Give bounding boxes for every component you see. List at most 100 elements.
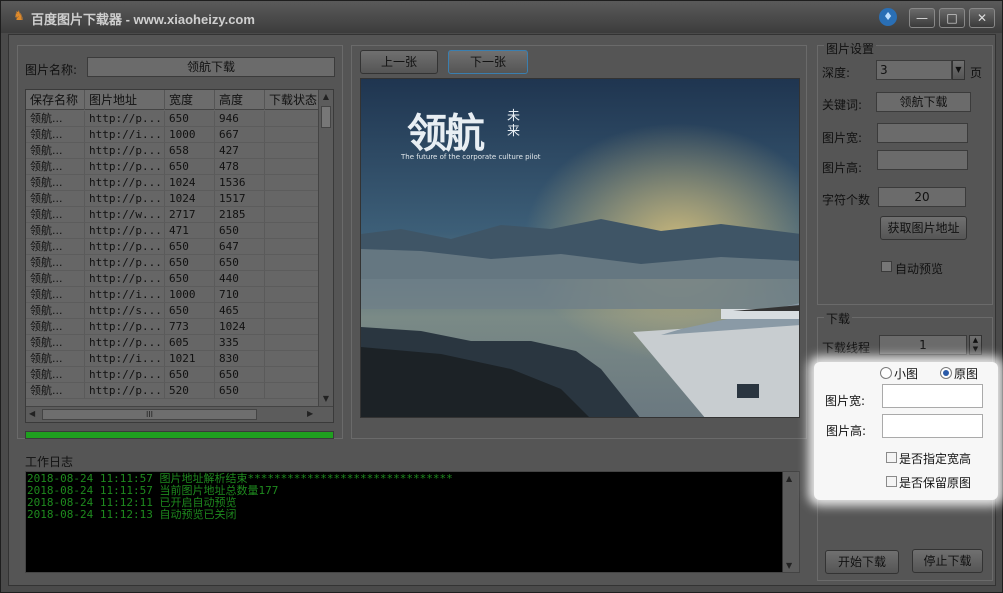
horizontal-scrollbar[interactable]: ◀ III ▶ xyxy=(26,406,333,422)
specify-size-checkbox[interactable] xyxy=(886,452,897,463)
scroll-up-icon[interactable]: ▲ xyxy=(320,92,332,102)
table-row[interactable]: 领航... http://p... 650 650 xyxy=(26,367,326,383)
column-header[interactable]: 保存名称 xyxy=(26,90,85,110)
table-cell: http://p... xyxy=(85,143,165,159)
table-cell: 650 xyxy=(165,111,215,127)
table-row[interactable]: 领航... http://p... 650 647 xyxy=(26,239,326,255)
depth-value[interactable]: 3 xyxy=(876,60,952,80)
download-height-label: 图片高: xyxy=(826,424,867,438)
table-cell: http://i... xyxy=(85,351,165,367)
table-cell: 领航... xyxy=(26,271,85,287)
app-window: ♞ 百度图片下载器 - www.xiaoheizy.com ♦ — □ ✕ 图片… xyxy=(0,0,1003,593)
table-row[interactable]: 领航... http://p... 605 335 xyxy=(26,335,326,351)
table-cell xyxy=(265,351,325,367)
table-cell: http://p... xyxy=(85,271,165,287)
vertical-scroll-thumb[interactable] xyxy=(321,106,331,128)
table-cell: 1024 xyxy=(165,191,215,207)
table-cell: 650 xyxy=(165,255,215,271)
minimize-button[interactable]: — xyxy=(909,8,935,28)
table-cell xyxy=(265,255,325,271)
table-row[interactable]: 领航... http://p... 658 427 xyxy=(26,143,326,159)
chars-input[interactable]: 20 xyxy=(878,187,966,207)
table-cell: 1000 xyxy=(165,127,215,143)
table-row[interactable]: 领航... http://i... 1000 710 xyxy=(26,287,326,303)
log-scroll-down-icon[interactable]: ▼ xyxy=(786,561,792,570)
name-input[interactable]: 领航下载 xyxy=(87,57,335,77)
table-cell: 领航... xyxy=(26,191,85,207)
column-header[interactable]: 高度 xyxy=(215,90,265,110)
table-cell: http://p... xyxy=(85,319,165,335)
table-cell: 650 xyxy=(165,367,215,383)
column-header[interactable]: 下载状态 xyxy=(265,90,325,110)
keep-original-checkbox[interactable] xyxy=(886,476,897,487)
original-image-radio[interactable] xyxy=(940,367,952,379)
download-width-input[interactable] xyxy=(882,384,983,408)
table-row[interactable]: 领航... http://i... 1000 667 xyxy=(26,127,326,143)
table-row[interactable]: 领航... http://s... 650 465 xyxy=(26,303,326,319)
maximize-button[interactable]: □ xyxy=(939,8,965,28)
small-image-radio[interactable] xyxy=(880,367,892,379)
table-row[interactable]: 领航... http://p... 650 478 xyxy=(26,159,326,175)
vertical-scrollbar[interactable]: ▲ ▼ xyxy=(318,90,333,406)
depth-unit: 页 xyxy=(970,66,983,80)
prev-button[interactable]: 上一张 xyxy=(360,50,438,74)
table-cell: 710 xyxy=(215,287,265,303)
table-cell: 领航... xyxy=(26,223,85,239)
table-cell: 领航... xyxy=(26,367,85,383)
scroll-right-icon[interactable]: ▶ xyxy=(307,409,313,418)
preview-tagline: The future of the corporate culture pilo… xyxy=(401,153,541,161)
table-row[interactable]: 领航... http://i... 1021 830 xyxy=(26,351,326,367)
table-cell: 领航... xyxy=(26,303,85,319)
fetch-urls-button[interactable]: 获取图片地址 xyxy=(880,216,967,240)
scroll-left-icon[interactable]: ◀ xyxy=(29,409,35,418)
column-header[interactable]: 宽度 xyxy=(165,90,215,110)
scroll-down-icon[interactable]: ▼ xyxy=(320,394,332,404)
stop-download-button[interactable]: 停止下载 xyxy=(912,549,983,573)
column-header[interactable]: 图片地址 xyxy=(85,90,165,110)
depth-dropdown-icon[interactable]: ▼ xyxy=(952,60,965,80)
settings-height-label: 图片高: xyxy=(822,161,863,175)
table-cell: 1024 xyxy=(215,319,265,335)
keyword-input[interactable]: 领航下载 xyxy=(876,92,971,112)
threads-stepper-icon[interactable]: ▲ ▼ xyxy=(969,335,982,355)
table-cell: http://p... xyxy=(85,239,165,255)
horizontal-scroll-thumb[interactable]: III xyxy=(42,409,257,420)
skin-icon[interactable]: ♦ xyxy=(879,8,897,26)
table-cell: http://p... xyxy=(85,223,165,239)
table-cell: 1021 xyxy=(165,351,215,367)
table-row[interactable]: 领航... http://p... 650 650 xyxy=(26,255,326,271)
table-cell xyxy=(265,383,325,399)
image-table[interactable]: 保存名称 图片地址 宽度 高度 下载状态 领航... http://p... 650… xyxy=(25,89,334,423)
close-button[interactable]: ✕ xyxy=(969,8,995,28)
table-cell: http://p... xyxy=(85,255,165,271)
table-row[interactable]: 领航... http://p... 650 440 xyxy=(26,271,326,287)
log-console[interactable]: 2018-08-24 11:11:57 图片地址解析结束************… xyxy=(25,471,800,573)
progress-fill xyxy=(26,432,333,438)
threads-label: 下载线程 xyxy=(822,341,871,355)
title-bar[interactable]: ♞ 百度图片下载器 - www.xiaoheizy.com ♦ — □ ✕ xyxy=(1,1,1002,33)
table-row[interactable]: 领航... http://p... 520 650 xyxy=(26,383,326,399)
table-cell: 领航... xyxy=(26,207,85,223)
download-height-input[interactable] xyxy=(882,414,983,438)
table-row[interactable]: 领航... http://w... 2717 2185 xyxy=(26,207,326,223)
table-row[interactable]: 领航... http://p... 773 1024 xyxy=(26,319,326,335)
table-cell: 1000 xyxy=(165,287,215,303)
log-scroll-up-icon[interactable]: ▲ xyxy=(786,474,792,483)
table-row[interactable]: 领航... http://p... 650 946 xyxy=(26,111,326,127)
table-cell: 478 xyxy=(215,159,265,175)
table-row[interactable]: 领航... http://p... 471 650 xyxy=(26,223,326,239)
next-button[interactable]: 下一张 xyxy=(448,50,528,74)
table-row[interactable]: 领航... http://p... 1024 1536 xyxy=(26,175,326,191)
auto-preview-label: 自动预览 xyxy=(895,262,944,276)
start-download-button[interactable]: 开始下载 xyxy=(825,550,899,574)
settings-height-input[interactable] xyxy=(877,150,968,170)
table-cell xyxy=(265,335,325,351)
window-title: 百度图片下载器 - www.xiaoheizy.com xyxy=(31,12,255,27)
table-cell: 领航... xyxy=(26,239,85,255)
table-row[interactable]: 领航... http://p... 1024 1517 xyxy=(26,191,326,207)
threads-input[interactable]: 1 xyxy=(879,335,967,355)
auto-preview-checkbox[interactable] xyxy=(881,261,892,272)
settings-width-input[interactable] xyxy=(877,123,968,143)
table-cell xyxy=(265,191,325,207)
log-scrollbar[interactable]: ▲ ▼ xyxy=(782,472,799,572)
